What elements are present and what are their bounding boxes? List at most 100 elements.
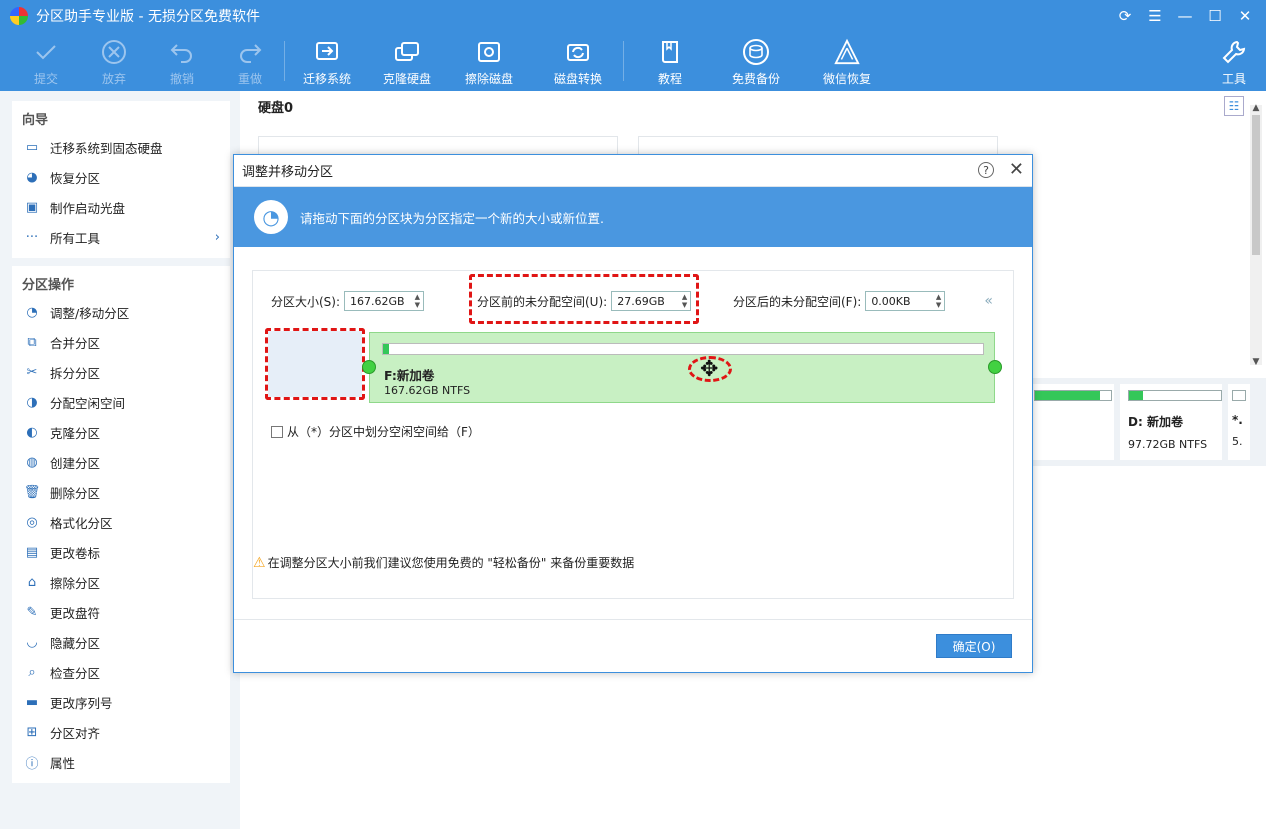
sidebar-item-allocate[interactable]: ◑ 分配空闲空间 <box>12 387 230 417</box>
usage-fill <box>1129 391 1143 400</box>
align-icon: ⊞ <box>26 724 38 740</box>
redo-button[interactable]: 重做 <box>216 32 284 91</box>
sidebar-item-wipe[interactable]: ⌂ 擦除分区 <box>12 567 230 597</box>
maximize-icon[interactable]: ☐ <box>1200 0 1230 32</box>
refresh-icon[interactable]: ⟳ <box>1110 0 1140 32</box>
title-bar: 分区助手专业版 - 无损分区免费软件 ⟳ ☰ — ☐ ✕ <box>0 0 1266 32</box>
app-logo-icon <box>10 7 28 25</box>
partition-name: F:新加卷 <box>384 368 435 383</box>
close-icon[interactable]: ✕ <box>1230 0 1260 32</box>
partition-strip: D: 新加卷 97.72GB NTFS *. 5. <box>1030 378 1266 466</box>
sidebar-item-migrate-ssd[interactable]: ▭ 迁移系统到固态硬盘 <box>12 132 230 162</box>
migrate-icon <box>313 38 341 66</box>
ok-button[interactable]: 确定(O) <box>936 634 1012 658</box>
clone-disk-icon <box>393 38 421 66</box>
sidebar-item-bootdisk[interactable]: ▣ 制作启动光盘 <box>12 192 230 222</box>
scroll-down-icon[interactable]: ▼ <box>1250 357 1262 367</box>
partition-card-other[interactable]: *. 5. <box>1228 384 1250 460</box>
check-disk-icon: ⌕ <box>28 664 36 680</box>
spinner-arrows-icon[interactable]: ▲ ▼ <box>415 293 420 309</box>
vertical-scrollbar[interactable]: ▲ ▼ <box>1250 103 1262 367</box>
partition-name: *. <box>1232 413 1243 427</box>
tutorial-button[interactable]: 教程 <box>624 32 716 91</box>
format-icon: ◎ <box>26 514 38 530</box>
dialog-body: 分区大小(S): 167.62GB ▲ ▼ 分区前的未分配空间(U): 27.69… <box>252 270 1014 599</box>
cancel-icon <box>100 38 128 66</box>
help-icon[interactable]: ? <box>978 162 994 178</box>
allocate-free-space-option[interactable]: 从（*）分区中划分空闲空间给（F） <box>271 423 480 440</box>
menu-icon[interactable]: ☰ <box>1140 0 1170 32</box>
delete-icon: 🗑 <box>23 484 41 500</box>
unallocated-space-block <box>268 331 362 397</box>
wechat-recovery-button[interactable]: 微信恢复 <box>796 32 898 91</box>
banner-text: 请拖动下面的分区块为分区指定一个新的大小或新位置. <box>300 210 604 226</box>
dialog-close-icon[interactable]: ✕ <box>1009 159 1024 180</box>
dialog-banner: ◔ 请拖动下面的分区块为分区指定一个新的大小或新位置. <box>234 187 1032 247</box>
usage-fill <box>1035 391 1100 400</box>
disk-convert-button[interactable]: 磁盘转换 <box>533 32 623 91</box>
sidebar-item-clone[interactable]: ◐ 克隆分区 <box>12 417 230 447</box>
sidebar-item-properties[interactable]: ⓘ 属性 <box>12 747 230 777</box>
collapse-icon[interactable]: « <box>984 293 993 309</box>
dialog-title: 调整并移动分区 <box>234 155 1032 187</box>
create-icon: ◍ <box>26 454 38 470</box>
hide-icon: ◡ <box>26 634 38 650</box>
clone-disk-button[interactable]: 克隆硬盘 <box>369 32 445 91</box>
left-resize-handle[interactable] <box>362 360 376 374</box>
discard-button[interactable]: 放弃 <box>80 32 148 91</box>
wipe-disk-button[interactable]: 擦除磁盘 <box>445 32 533 91</box>
sidebar-item-letter[interactable]: ✎ 更改盘符 <box>12 597 230 627</box>
ssd-icon: ▭ <box>25 139 39 155</box>
sidebar-item-hide[interactable]: ◡ 隐藏分区 <box>12 627 230 657</box>
highlight-move-cursor <box>688 356 732 382</box>
scrollbar-thumb[interactable] <box>1252 115 1260 255</box>
free-backup-button[interactable]: 免费备份 <box>716 32 796 91</box>
letter-icon: ✎ <box>26 604 38 620</box>
ops-panel: 分区操作 ◔ 调整/移动分区 ⧉ 合并分区 ✂ 拆分分区 ◑ 分配空闲空间 ◐ 克隆分区 … <box>12 266 230 783</box>
partition-card[interactable] <box>1030 384 1114 460</box>
allocate-free-space-checkbox[interactable] <box>271 425 283 438</box>
tools-button[interactable]: 工具 <box>1216 32 1252 91</box>
dialog-footer-divider <box>234 619 1032 620</box>
sidebar-item-serial[interactable]: ▬ 更改序列号 <box>12 687 230 717</box>
sidebar-item-resize[interactable]: ◔ 调整/移动分区 <box>12 297 230 327</box>
partition-block[interactable]: F:新加卷 167.62GB NTFS ✥ <box>362 332 1002 403</box>
sidebar-item-merge[interactable]: ⧉ 合并分区 <box>12 327 230 357</box>
unalloc-after-spinner[interactable]: 0.00KB ▲ ▼ <box>865 291 946 311</box>
after-field: 分区后的未分配空间(F): 0.00KB ▲ ▼ <box>733 291 946 311</box>
sidebar-item-label[interactable]: ▤ 更改卷标 <box>12 537 230 567</box>
disk-title: 硬盘0 <box>258 101 294 116</box>
sidebar-item-format[interactable]: ◎ 格式化分区 <box>12 507 230 537</box>
commit-button[interactable]: 提交 <box>12 32 80 91</box>
convert-icon <box>564 38 592 66</box>
scroll-up-icon[interactable]: ▲ <box>1250 103 1262 113</box>
resize-move-dialog: 调整并移动分区 ? ✕ ◔ 请拖动下面的分区块为分区指定一个新的大小或新位置. … <box>233 154 1033 673</box>
minimize-icon[interactable]: — <box>1170 0 1200 32</box>
sidebar-item-delete[interactable]: 🗑 删除分区 <box>12 477 230 507</box>
partition-size: 97.72GB NTFS <box>1128 438 1208 451</box>
sidebar-item-create[interactable]: ◍ 创建分区 <box>12 447 230 477</box>
spinner-arrows-icon[interactable]: ▲ ▼ <box>936 293 941 309</box>
wrench-icon <box>1220 38 1248 66</box>
undo-button[interactable]: 撤销 <box>148 32 216 91</box>
partition-usage-fill <box>383 344 389 354</box>
bootdisk-icon: ▣ <box>25 199 39 215</box>
right-resize-handle[interactable] <box>988 360 1002 374</box>
sidebar-item-align[interactable]: ⊞ 分区对齐 <box>12 717 230 747</box>
label-icon: ▤ <box>25 544 39 560</box>
view-toggle-icon[interactable]: ☷ <box>1224 96 1244 116</box>
partition-size-spinner[interactable]: 167.62GB ▲ ▼ <box>344 291 425 311</box>
sidebar-item-restore[interactable]: ◕ 恢复分区 <box>12 162 230 192</box>
partition-card-d[interactable]: D: 新加卷 97.72GB NTFS <box>1120 384 1222 460</box>
split-icon: ✂ <box>26 364 38 380</box>
sidebar-item-all-tools[interactable]: ··· 所有工具 › <box>12 222 230 252</box>
wizard-title: 向导 <box>22 113 49 128</box>
sidebar-item-split[interactable]: ✂ 拆分分区 <box>12 357 230 387</box>
partition-size: 5. <box>1232 435 1243 448</box>
check-icon <box>32 38 60 66</box>
partition-name: D: 新加卷 <box>1128 415 1183 429</box>
migrate-system-button[interactable]: 迁移系统 <box>285 32 369 91</box>
sidebar-item-check[interactable]: ⌕ 检查分区 <box>12 657 230 687</box>
sidebar: 向导 ▭ 迁移系统到固态硬盘 ◕ 恢复分区 ▣ 制作启动光盘 ··· 所有工具 … <box>12 101 230 791</box>
ops-title: 分区操作 <box>22 278 75 293</box>
